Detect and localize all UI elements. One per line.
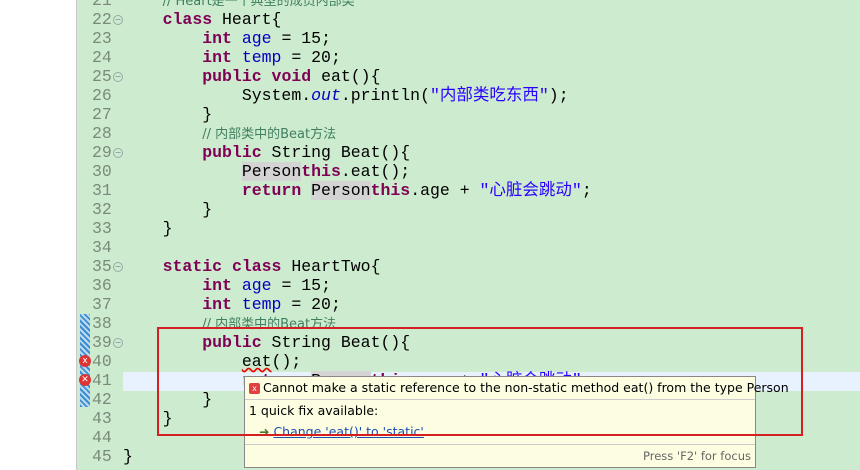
code-line: 24 int temp = 20; (0, 48, 860, 67)
code-token: eat(){ (321, 67, 381, 86)
code-token: // 内部类中的Beat方法 (202, 127, 337, 142)
fold-toggle-icon[interactable]: − (113, 338, 123, 348)
code-token: public (202, 143, 262, 162)
code-line: 27 } (0, 105, 860, 124)
code-token: .age + (410, 181, 480, 200)
line-number: 32 (92, 200, 112, 219)
code-line: 33 } (0, 219, 860, 238)
line-number: 23 (92, 29, 112, 48)
code-token: ); (548, 86, 569, 105)
line-number: 31 (92, 181, 112, 200)
line-number: 45 (92, 447, 112, 466)
code-line: 35− static class HeartTwo{ (0, 257, 860, 276)
code-line: 22− class Heart{ (0, 10, 860, 29)
annotation-box (157, 327, 803, 436)
code-token: Heart{ (222, 10, 282, 29)
code-token: HeartTwo{ (291, 257, 381, 276)
code-line: 32 } (0, 200, 860, 219)
line-number: 26 (92, 86, 112, 105)
code-token: void (271, 67, 312, 86)
code-token: String Beat(){ (271, 143, 411, 162)
code-token: class (162, 10, 213, 29)
code-token: out (311, 86, 341, 105)
code-token: .eat(); (340, 162, 411, 181)
code-token: = 20; (281, 295, 341, 314)
code-line: 23 int age = 15; (0, 29, 860, 48)
line-number: 41 (92, 371, 112, 390)
line-number: 27 (92, 105, 112, 124)
line-number: 43 (92, 409, 112, 428)
code-line: 26 System.out.println("内部类吃东西"); (0, 86, 860, 105)
fold-toggle-icon[interactable]: − (113, 148, 123, 158)
line-number: 37 (92, 295, 112, 314)
line-number: 33 (92, 219, 112, 238)
line-number: 38 (92, 314, 112, 333)
fold-toggle-icon[interactable]: − (113, 72, 123, 82)
code-token: = 15; (271, 276, 331, 295)
code-line: 29− public String Beat(){ (0, 143, 860, 162)
line-number: 30 (92, 162, 112, 181)
code-token: age (241, 276, 272, 295)
code-token: age (241, 29, 272, 48)
code-token: System. (241, 86, 312, 105)
code-token: } (123, 447, 133, 466)
code-token: ; (581, 181, 592, 200)
code-token: "心脏会跳动" (479, 181, 582, 200)
code-line: 37 int temp = 20; (0, 295, 860, 314)
code-token: temp (241, 295, 282, 314)
line-number: 24 (92, 48, 112, 67)
line-number: 34 (92, 238, 112, 257)
line-number: 36 (92, 276, 112, 295)
code-token: "内部类吃东西" (429, 86, 549, 105)
code-token: temp (241, 48, 282, 67)
code-token: .println( (340, 86, 430, 105)
code-token: Person (311, 181, 371, 200)
code-line: 31 return Personthis.age + "心脏会跳动"; (0, 181, 860, 200)
line-number: 44 (92, 428, 112, 447)
line-number: 21 (92, 0, 112, 10)
code-line: 28 // 内部类中的Beat方法 (0, 124, 860, 143)
code-token: this (301, 162, 341, 181)
code-token: = 15; (271, 29, 331, 48)
code-token: class (231, 257, 282, 276)
code-token: static (162, 257, 223, 276)
code-token: int (202, 48, 232, 67)
code-token: return (241, 181, 302, 200)
code-token: // Heart是一个典型的成员内部类 (162, 0, 355, 9)
code-token: int (202, 295, 232, 314)
line-number: 28 (92, 124, 112, 143)
code-line: 21 // Heart是一个典型的成员内部类 (0, 0, 860, 10)
code-token: this (370, 181, 411, 200)
code-token: public (202, 67, 262, 86)
code-token: = 20; (281, 48, 341, 67)
fold-toggle-icon[interactable]: − (113, 15, 123, 25)
code-line: 25− public void eat(){ (0, 67, 860, 86)
focus-hint: Press 'F2' for focus (643, 449, 751, 463)
line-number: 42 (92, 390, 112, 409)
code-line: 30 Personthis.eat(); (0, 162, 860, 181)
code-line: 36 int age = 15; (0, 276, 860, 295)
code-token: int (202, 29, 232, 48)
code-token: } (202, 200, 213, 219)
line-number: 40 (92, 352, 112, 371)
code-token: Person (241, 162, 302, 181)
fold-toggle-icon[interactable]: − (113, 262, 123, 272)
code-token: } (162, 219, 173, 238)
code-token: int (202, 276, 232, 295)
code-line: 34 (0, 238, 860, 257)
code-token: } (202, 105, 213, 124)
